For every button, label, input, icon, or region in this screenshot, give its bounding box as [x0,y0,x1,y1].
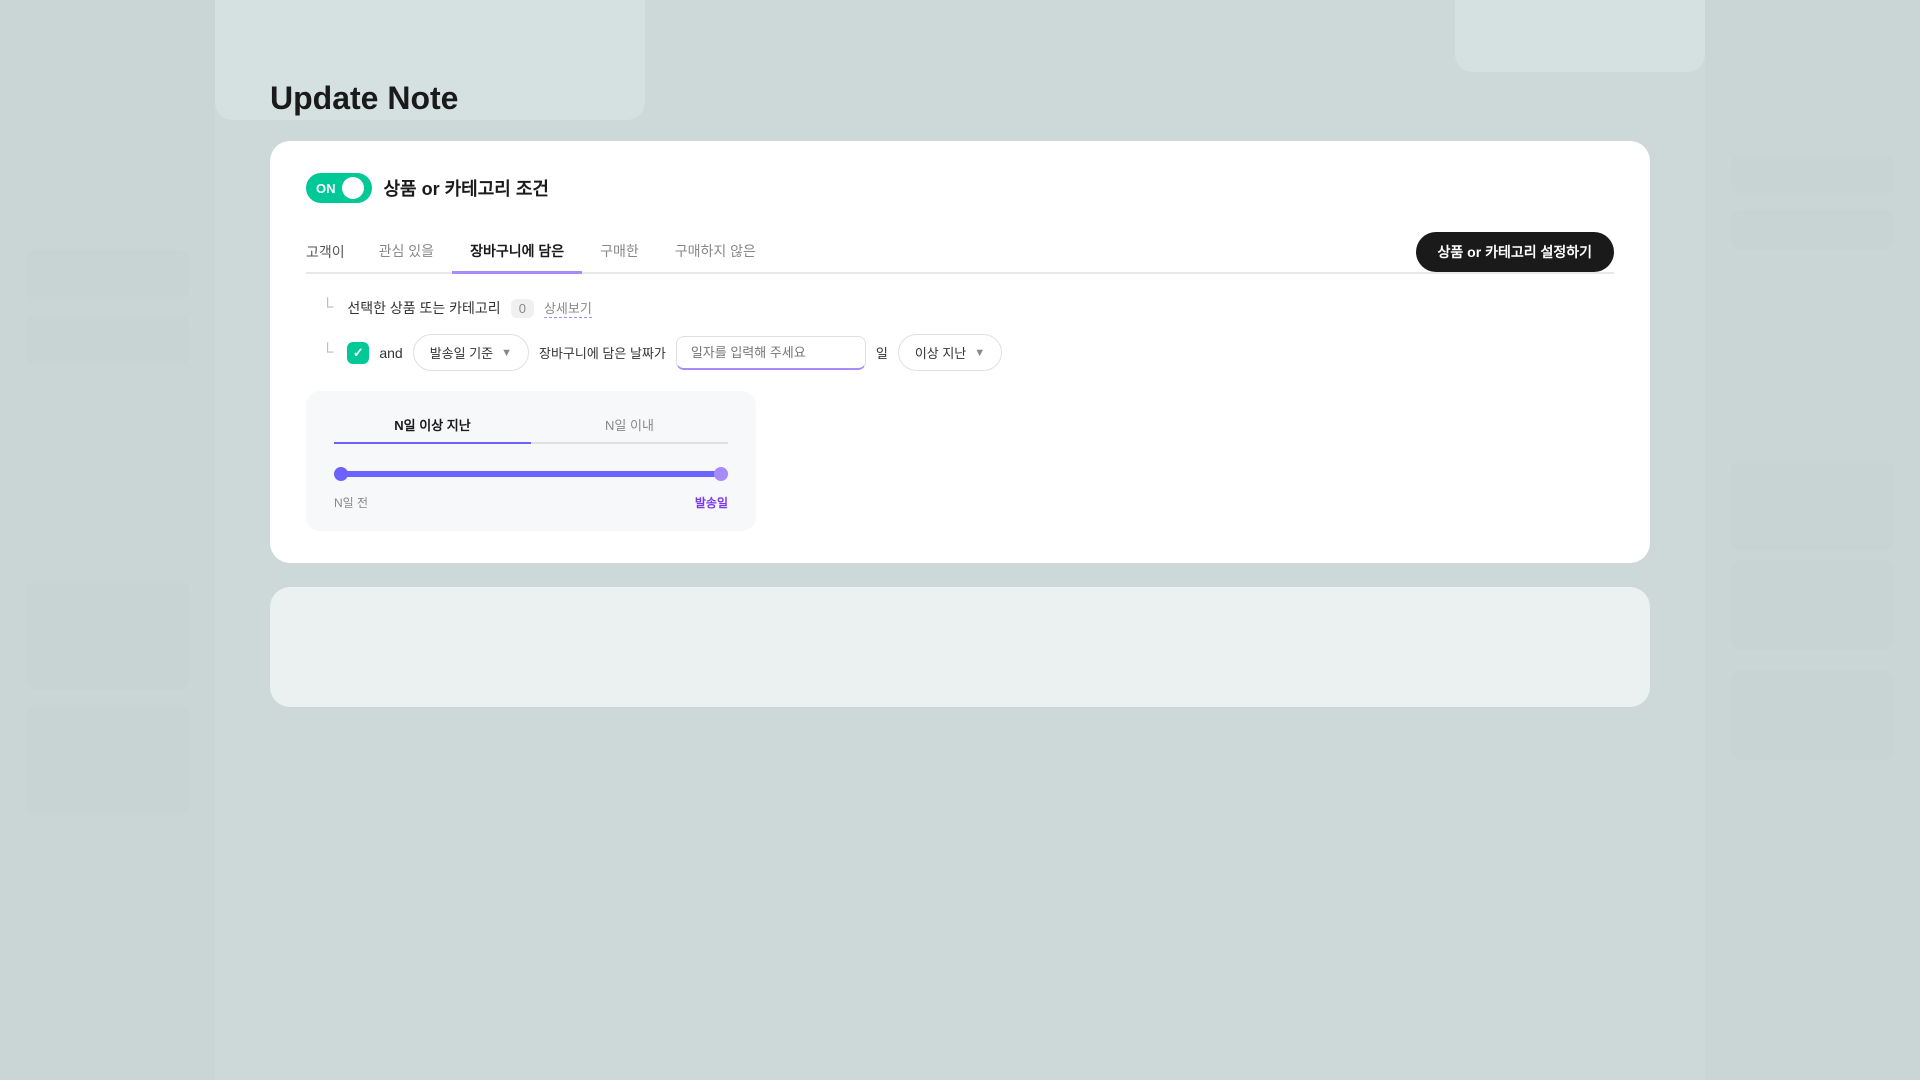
sort-dropdown-arrow: ▼ [501,347,512,359]
track-dot-left [334,467,348,481]
toggle-on-label: ON [316,181,336,196]
toggle-circle [342,177,364,199]
check-icon[interactable]: ✓ [347,342,369,364]
indent-arrow-2: └ [322,344,333,362]
condition-count: 0 [511,299,534,318]
timeline-box: N일 이상 지난 N일 이내 N일 전 발송일 [306,391,756,531]
tab-prefix-label: 고객이 [306,242,345,262]
set-product-button[interactable]: 상품 or 카테고리 설정하기 [1416,232,1614,272]
condition-panel: ON 상품 or 카테고리 조건 고객이 관심 있을 장바구니에 담은 구매한 … [270,141,1650,563]
tab-bar: 고객이 관심 있을 장바구니에 담은 구매한 구매하지 않은 상품 or 카테고… [306,231,1614,274]
condition-row-1: └ 선택한 상품 또는 카테고리 0 상세보기 [306,298,1614,318]
and-label: and [379,345,402,361]
days-passed-label: 이상 지난 [915,343,966,362]
timeline-tabs: N일 이상 지난 N일 이내 [334,415,728,444]
tab-not-purchased[interactable]: 구매하지 않은 [657,231,774,274]
indent-arrow-1: └ [322,299,333,317]
date-input[interactable] [676,336,866,370]
cart-date-label: 장바구니에 담은 날짜가 [539,343,666,362]
panel-title: 상품 or 카테고리 조건 [384,175,549,201]
sort-dropdown-label: 발송일 기준 [430,343,493,362]
detail-link[interactable]: 상세보기 [544,298,592,318]
timeline-label-left: N일 전 [334,494,368,511]
tab-cart[interactable]: 장바구니에 담은 [452,231,582,274]
track-line [334,471,728,477]
condition-label-1: 선택한 상품 또는 카테고리 [347,298,500,318]
sort-dropdown[interactable]: 발송일 기준 ▼ [413,334,529,371]
bottom-panel [270,587,1650,707]
tab-interested[interactable]: 관심 있을 [361,231,452,274]
day-suffix: 일 [876,343,888,362]
days-passed-arrow: ▼ [974,347,985,359]
track-dot-right [714,467,728,481]
page-title: Update Note [270,80,1650,117]
timeline-labels: N일 전 발송일 [334,494,728,511]
timeline-tab-within[interactable]: N일 이내 [531,415,728,444]
timeline-label-right: 발송일 [695,494,728,511]
panel-header: ON 상품 or 카테고리 조건 [306,173,1614,203]
toggle-badge[interactable]: ON [306,173,372,203]
days-passed-dropdown[interactable]: 이상 지난 ▼ [898,334,1002,371]
timeline-tab-past[interactable]: N일 이상 지난 [334,415,531,444]
and-row: └ ✓ and 발송일 기준 ▼ 장바구니에 담은 날짜가 일 이상 지난 ▼ [306,334,1614,371]
tab-purchased[interactable]: 구매한 [582,231,657,274]
timeline-track [334,462,728,486]
check-mark: ✓ [353,345,364,361]
